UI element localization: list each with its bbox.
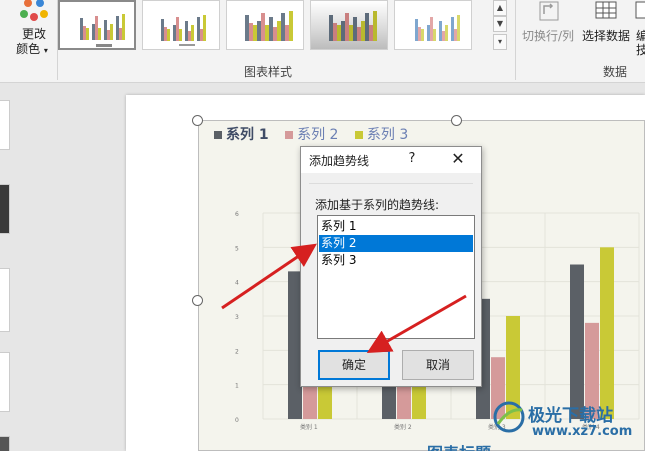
slide-thumbnail[interactable] xyxy=(0,436,10,451)
list-item-series-1[interactable]: 系列 1 xyxy=(319,218,473,235)
slide-thumbnail-strip xyxy=(0,84,12,451)
chart-style-5[interactable] xyxy=(394,0,472,50)
select-data-icon xyxy=(595,1,617,19)
y-tick-label: 3 xyxy=(235,314,239,321)
resize-handle[interactable] xyxy=(192,295,203,306)
resize-handle[interactable] xyxy=(192,115,203,126)
x-tick-label: 类别 1 xyxy=(300,423,318,431)
chart-style-1[interactable] xyxy=(58,0,136,50)
x-tick-label: 类别 2 xyxy=(394,423,412,431)
select-data-button[interactable]: 选择数据 xyxy=(582,0,632,46)
y-tick-label: 5 xyxy=(235,245,239,252)
slide-thumbnail[interactable] xyxy=(0,184,10,234)
legend-swatch xyxy=(214,131,222,139)
legend-item: 系列 2 xyxy=(285,124,338,144)
chart-title: 图表标题 xyxy=(427,444,492,451)
chart-style-2[interactable] xyxy=(142,0,220,50)
chart-style-preview xyxy=(415,15,460,41)
chart-style-preview xyxy=(329,11,377,41)
change-colors-label-2: 颜色 ▾ xyxy=(16,42,48,56)
expand-gallery-icon[interactable]: ▾ xyxy=(493,34,507,50)
legend-label: 系列 3 xyxy=(366,127,409,143)
legend-swatch xyxy=(354,131,363,139)
resize-handle[interactable] xyxy=(451,115,462,126)
watermark: 极光下载站 www.xz7.com xyxy=(492,398,642,448)
chart-style-preview xyxy=(161,15,206,46)
change-colors-button[interactable]: 更改 颜色 ▾ xyxy=(4,0,54,60)
chart-legend: 系列 1 系列 2 系列 3 xyxy=(214,124,420,144)
palette-icon xyxy=(20,0,48,21)
scroll-up-icon[interactable]: ▲ xyxy=(493,0,507,16)
switch-row-column-label: 切换行/列 xyxy=(522,29,575,43)
ok-button[interactable]: 确定 xyxy=(318,350,390,380)
styles-scroll: ▲ ▼ ▾ xyxy=(493,0,507,52)
y-tick-label: 4 xyxy=(235,280,239,287)
divider xyxy=(309,183,473,184)
data-group-label: 数据 xyxy=(603,65,628,79)
bar-1-4 xyxy=(570,264,584,419)
chart-styles-group-label: 图表样式 xyxy=(243,65,292,79)
series-listbox[interactable]: 系列 1 系列 2 系列 3 xyxy=(317,215,475,339)
legend-label: 系列 2 xyxy=(297,127,339,143)
add-trendline-dialog: 添加趋势线 ? ✕ 添加基于系列的趋势线: 系列 1 系列 2 系列 3 确定 … xyxy=(300,146,482,387)
legend-item: 系列 3 xyxy=(354,124,409,144)
slide-thumbnail[interactable] xyxy=(0,100,10,150)
separator xyxy=(515,0,516,80)
legend-swatch xyxy=(285,131,294,139)
watermark-url: www.xz7.com xyxy=(532,424,633,439)
dialog-prompt: 添加基于系列的趋势线: xyxy=(315,198,440,212)
chart-style-4[interactable] xyxy=(310,0,388,50)
watermark-name: 极光下载站 xyxy=(528,406,613,426)
dialog-title: 添加趋势线 xyxy=(309,154,370,168)
scroll-down-icon[interactable]: ▼ xyxy=(493,16,507,32)
switch-row-column-icon xyxy=(539,1,559,21)
edit-data-button[interactable]: 编 技 xyxy=(634,0,645,60)
chart-style-3[interactable] xyxy=(226,0,304,50)
list-item-series-3[interactable]: 系列 3 xyxy=(319,252,473,269)
close-icon[interactable]: ✕ xyxy=(449,150,467,168)
change-colors-label: 更改 xyxy=(21,27,46,41)
slide-thumbnail[interactable] xyxy=(0,352,10,412)
select-data-label: 选择数据 xyxy=(582,29,631,43)
y-tick-label: 1 xyxy=(235,383,239,390)
legend-item: 系列 1 xyxy=(214,124,269,144)
chart-style-preview xyxy=(80,14,125,47)
dropdown-caret-icon: ▾ xyxy=(43,46,48,55)
ribbon: 更改 颜色 ▾ ▲ ▼ ▾ 图表样式 切换行/列 选择数据 编 技 数据 xyxy=(0,0,645,83)
y-tick-label: 2 xyxy=(235,348,239,355)
help-icon[interactable]: ? xyxy=(405,151,419,166)
cancel-button[interactable]: 取消 xyxy=(402,350,474,380)
legend-label: 系列 1 xyxy=(226,127,269,143)
chart-style-preview xyxy=(245,11,293,41)
y-tick-label: 6 xyxy=(235,211,239,218)
list-item-series-2[interactable]: 系列 2 xyxy=(319,235,473,252)
slide-thumbnail[interactable] xyxy=(0,268,10,332)
edit-data-icon xyxy=(635,1,645,19)
edit-data-label-2: 技 xyxy=(636,43,645,57)
bar-3-4 xyxy=(600,247,614,419)
watermark-logo-icon xyxy=(493,401,525,433)
switch-row-column-button[interactable]: 切换行/列 xyxy=(522,0,578,46)
y-tick-label: 0 xyxy=(235,417,239,424)
dialog-titlebar: 添加趋势线 ? ✕ xyxy=(301,147,481,173)
